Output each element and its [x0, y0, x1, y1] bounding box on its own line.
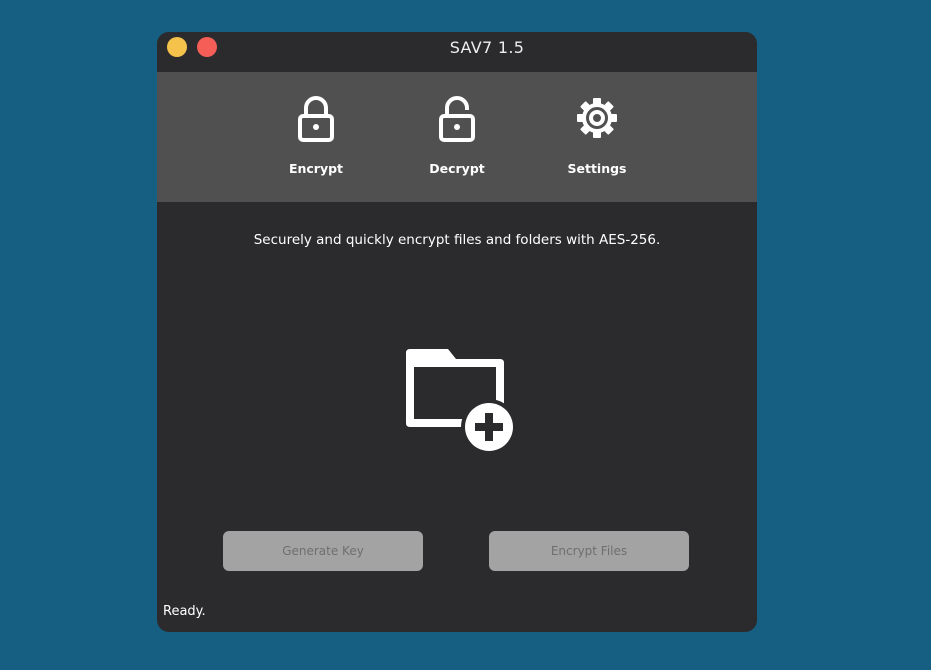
window-title: SAV7 1.5 [449, 38, 525, 57]
generate-key-button[interactable]: Generate Key [223, 531, 423, 571]
gear-icon [577, 98, 617, 138]
description-text: Securely and quickly encrypt files and f… [253, 232, 661, 248]
app-window: SAV7 1.5 Encrypt Decrypt Settings Secure… [157, 32, 757, 632]
title-bar[interactable]: SAV7 1.5 [157, 32, 757, 72]
encrypt-tab-label: Encrypt [288, 161, 344, 176]
settings-tab-label: Settings [567, 161, 627, 176]
decrypt-tab-label: Decrypt [429, 161, 485, 176]
toolbar: Encrypt Decrypt Settings [157, 72, 757, 202]
encrypt-files-button[interactable]: Encrypt Files [489, 531, 689, 571]
lock-open-icon [439, 96, 475, 142]
encrypt-tab[interactable]: Encrypt [266, 72, 366, 202]
status-text: Ready. [163, 604, 206, 619]
settings-tab[interactable]: Settings [547, 72, 647, 202]
decrypt-tab[interactable]: Decrypt [407, 72, 507, 202]
lock-closed-icon [298, 96, 334, 142]
folder-add-icon[interactable] [404, 345, 520, 451]
